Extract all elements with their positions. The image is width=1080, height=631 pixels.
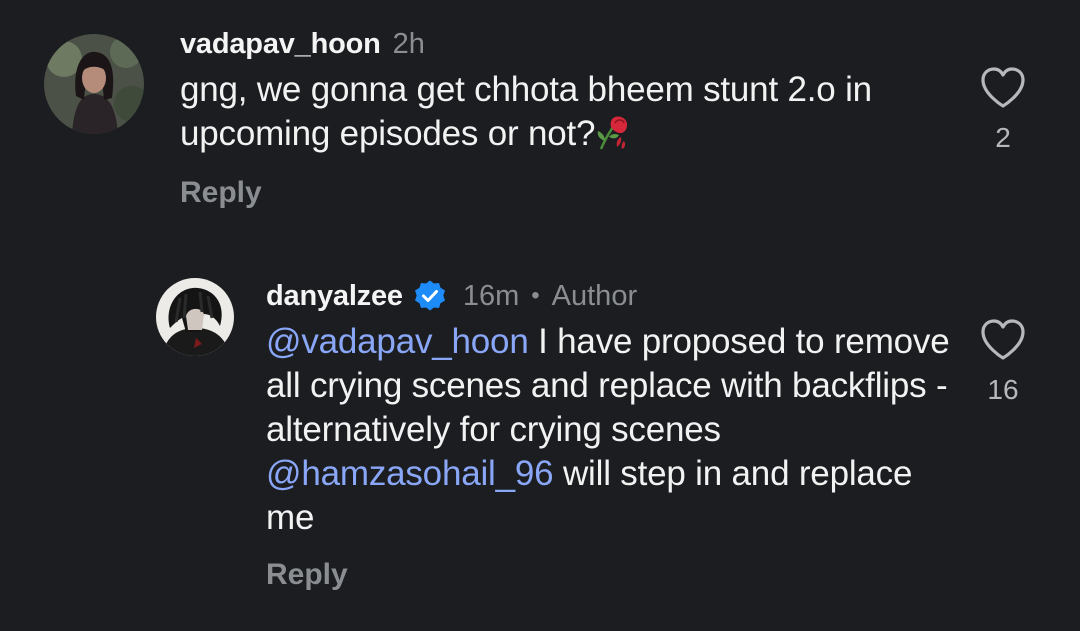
comment-text: @vadapav_hoon I have proposed to remove … (266, 320, 956, 540)
author-badge: Author (551, 279, 638, 312)
mention-link[interactable]: @hamzasohail_96 (266, 454, 554, 493)
username[interactable]: vadapav_hoon (180, 28, 381, 61)
like-area: 2 (975, 66, 1031, 154)
like-count: 2 (995, 122, 1011, 153)
like-area: 16 (975, 318, 1031, 406)
comment-body: gng, we gonna get chhota bheem stunt 2.o… (180, 70, 872, 153)
avatar[interactable] (156, 278, 234, 356)
reply-button[interactable]: Reply (266, 558, 348, 592)
comment-danyalzee: danyalzee 16m • Author @vadapav_hoon I h… (0, 240, 1080, 631)
reply-button[interactable]: Reply (180, 176, 262, 210)
heart-icon[interactable] (975, 318, 1031, 362)
verified-badge-icon (413, 279, 447, 313)
wilted-rose-icon (595, 113, 631, 153)
timestamp: 2h (392, 27, 425, 60)
username[interactable]: danyalzee (266, 280, 403, 313)
comment-meta: vadapav_hoon 2h (180, 24, 940, 64)
avatar[interactable] (44, 34, 144, 134)
separator-dot: • (531, 282, 540, 309)
like-count: 16 (987, 374, 1019, 405)
timestamp: 16m (462, 279, 520, 312)
heart-icon[interactable] (975, 66, 1031, 110)
mention-link[interactable]: @vadapav_hoon (266, 322, 529, 361)
comment-meta: danyalzee 16m • Author (266, 276, 956, 316)
comment-vadapav-hoon: vadapav_hoon 2h gng, we gonna get chhota… (0, 0, 1080, 240)
comment-text: gng, we gonna get chhota bheem stunt 2.o… (180, 68, 940, 156)
